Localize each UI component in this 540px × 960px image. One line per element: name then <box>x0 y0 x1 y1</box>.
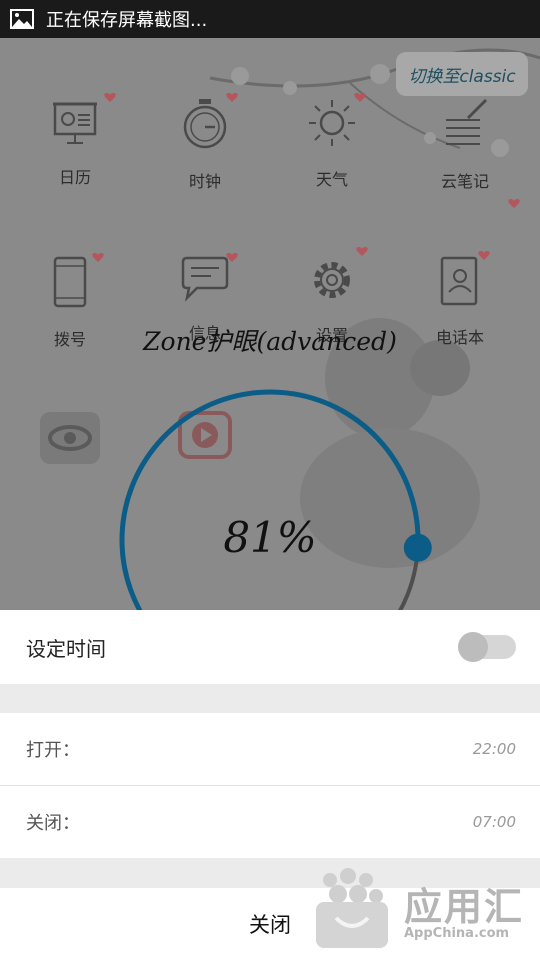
phone-icon <box>53 256 87 308</box>
image-icon <box>10 9 34 29</box>
app-label: 云笔记 <box>440 172 489 191</box>
weather-icon <box>309 100 355 146</box>
watermark-title: 应用汇 <box>404 885 525 929</box>
app-cloud-notes[interactable]: 云笔记 <box>405 98 525 192</box>
percent-readout: 81% <box>223 513 317 562</box>
on-time-value: 22:00 <box>472 740 516 758</box>
app-label: 日历 <box>58 168 91 187</box>
toggle-knob <box>458 632 488 662</box>
calendar-icon <box>53 102 97 144</box>
brightness-dial[interactable] <box>100 370 440 630</box>
eye-care-title: Zone护眼(advanced) <box>143 327 397 356</box>
app-clock[interactable]: 时钟 <box>145 98 265 192</box>
message-icon <box>181 256 229 302</box>
app-label: 天气 <box>315 170 348 189</box>
heart-decoration-icon <box>508 199 520 208</box>
app-label: 时钟 <box>188 172 221 191</box>
dial-track <box>120 390 420 630</box>
status-bar: 正在保存屏幕截图... <box>0 0 540 38</box>
heart-decoration-icon <box>104 93 116 102</box>
close-label: 关闭 <box>249 913 291 937</box>
timer-label: 设定时间 <box>26 636 106 661</box>
contacts-icon <box>440 256 478 306</box>
on-time-row[interactable]: 打开： 22:00 <box>0 713 540 786</box>
off-time-label: 关闭： <box>26 813 80 834</box>
timer-toggle[interactable] <box>458 632 516 662</box>
switch-classic-button[interactable]: 切换至classic <box>396 52 528 96</box>
status-text: 正在保存屏幕截图... <box>46 10 208 31</box>
on-time-label: 打开： <box>26 740 80 761</box>
heart-decoration-icon <box>92 253 104 262</box>
app-weather[interactable]: 天气 <box>272 98 392 190</box>
dial-progress-arc <box>119 389 421 630</box>
appchina-logo-icon <box>316 868 388 948</box>
watermark-url: AppChina.com <box>404 926 510 941</box>
eye-app-icon <box>40 412 100 464</box>
appchina-watermark: 应用汇 AppChina.com <box>312 868 540 960</box>
heart-decoration-icon <box>478 251 490 260</box>
heart-decoration-icon <box>356 247 368 256</box>
clock-icon <box>183 99 227 149</box>
timer-row[interactable]: 设定时间 <box>0 610 540 684</box>
heart-decoration-icon <box>226 253 238 262</box>
off-time-value: 07:00 <box>472 813 516 831</box>
notes-icon <box>446 98 488 145</box>
off-time-row[interactable]: 关闭： 07:00 <box>0 786 540 858</box>
app-calendar[interactable]: 日历 <box>15 98 135 188</box>
heart-decoration-icon <box>226 93 238 102</box>
settings-icon <box>314 262 350 298</box>
heart-decoration-icon <box>354 93 366 102</box>
